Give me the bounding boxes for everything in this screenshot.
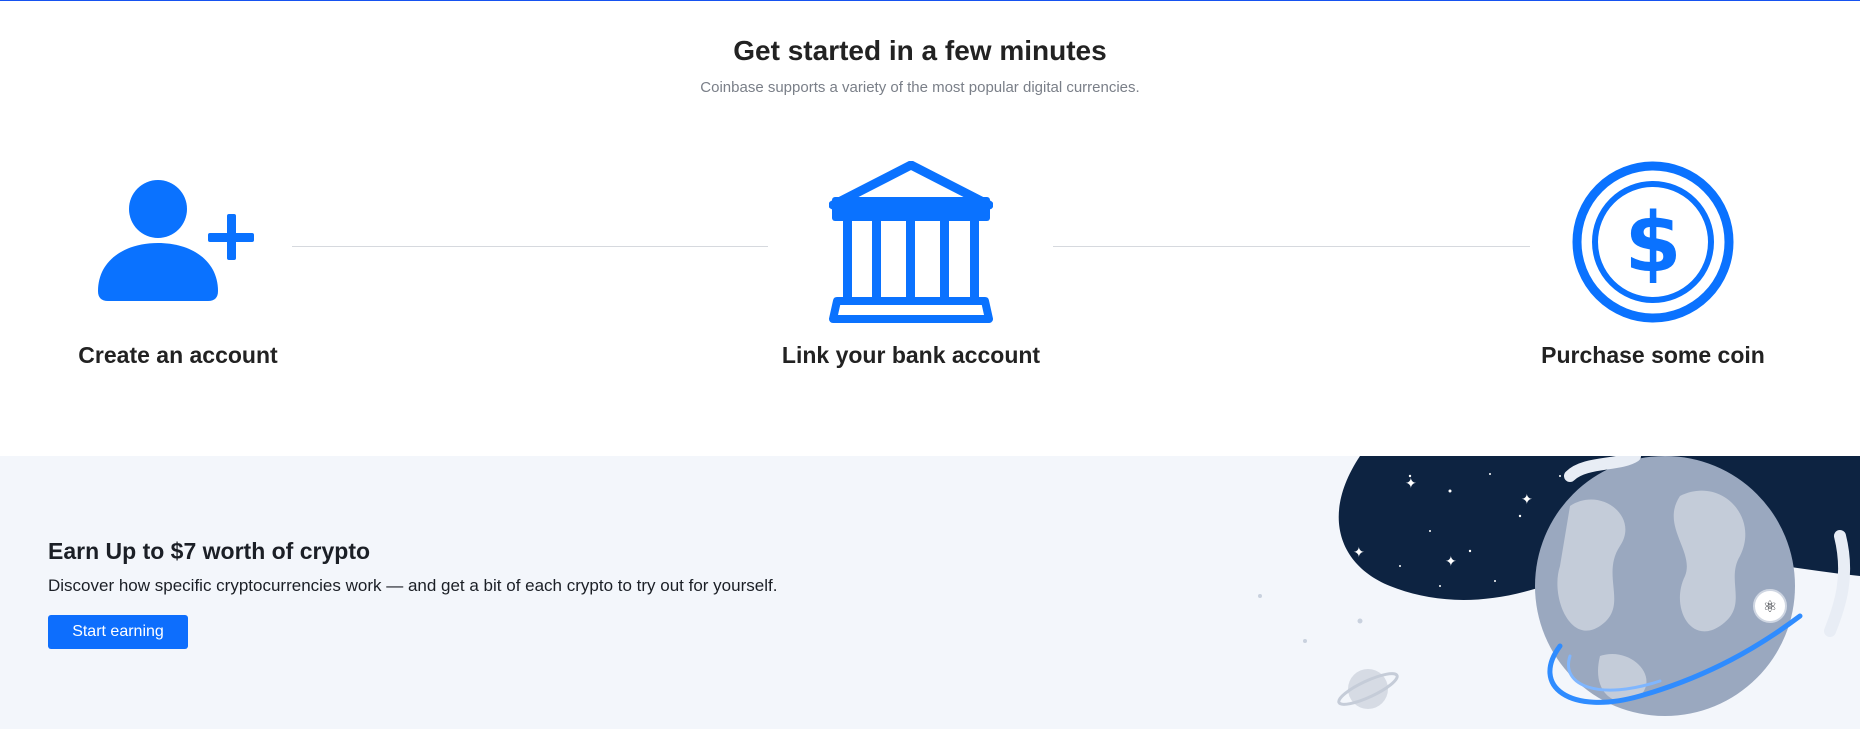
step-label-create-account: Create an account [78,342,278,368]
step-connector [1053,246,1530,247]
get-started-section: Get started in a few minutes Coinbase su… [0,1,1860,456]
dollar-coin-icon: $ [1572,161,1734,323]
svg-text:✦: ✦ [1405,476,1417,492]
section-title: Get started in a few minutes [733,35,1107,66]
add-user-icon [96,179,260,303]
step-label-purchase-coin: Purchase some coin [1541,342,1765,368]
start-earning-button[interactable]: Start earning [48,615,188,649]
svg-text:✦: ✦ [1445,554,1457,570]
svg-text:$: $ [1624,196,1681,291]
svg-text:✦: ✦ [1521,492,1533,508]
svg-text:✦: ✦ [1353,545,1365,561]
space-earth-illustration: ✦ ✦ ✦ ✦ ⚛ [1240,456,1860,729]
step-connector [292,246,768,247]
promo-description: Discover how specific cryptocurrencies w… [48,576,778,595]
earn-crypto-promo: Earn Up to $7 worth of crypto Discover h… [0,456,1860,729]
svg-text:⚛: ⚛ [1763,597,1777,616]
bank-icon [828,160,994,323]
section-subtitle: Coinbase supports a variety of the most … [700,79,1140,96]
promo-title: Earn Up to $7 worth of crypto [48,538,371,564]
step-label-link-bank: Link your bank account [781,342,1041,368]
